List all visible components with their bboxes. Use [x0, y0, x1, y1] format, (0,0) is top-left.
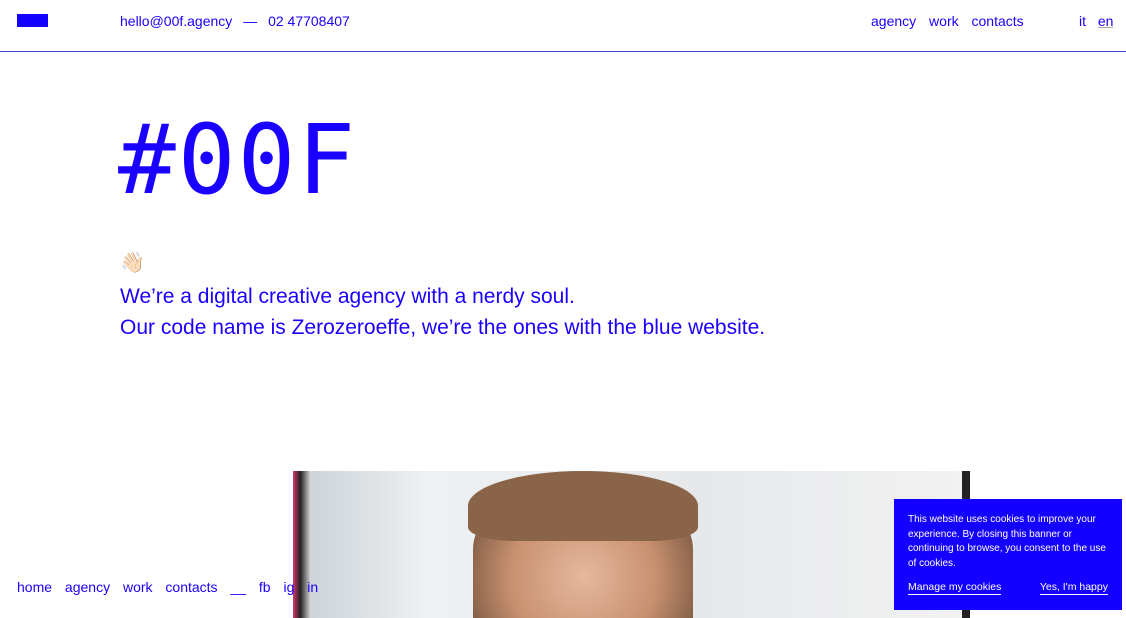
header: hello@00f.agency — 02 47708407 agency wo…: [0, 0, 1126, 52]
footer-home[interactable]: home: [17, 579, 52, 595]
nav-agency[interactable]: agency: [871, 13, 916, 29]
footer-work[interactable]: work: [123, 579, 153, 595]
footer-ig[interactable]: ig: [284, 579, 295, 595]
footer-nav: home agency work contacts __ fb ig in: [17, 579, 327, 595]
lang-en[interactable]: en: [1098, 13, 1114, 29]
main-nav: agency work contacts: [871, 13, 1033, 29]
cookie-banner: This website uses cookies to improve you…: [894, 499, 1122, 610]
cookie-text: This website uses cookies to improve you…: [908, 514, 1106, 569]
footer-fb[interactable]: fb: [259, 579, 271, 595]
contact-info: hello@00f.agency — 02 47708407: [120, 13, 350, 29]
accept-cookies-button[interactable]: Yes, I'm happy: [1039, 581, 1108, 595]
footer-contacts[interactable]: contacts: [165, 579, 217, 595]
separator: —: [243, 13, 258, 29]
email-link[interactable]: hello@00f.agency: [120, 13, 232, 29]
waving-hand-icon: 👋🏻: [120, 252, 145, 274]
intro-text: We’re a digital creative agency with a n…: [120, 281, 765, 343]
intro-line-2: Our code name is Zerozeroeffe, we’re the…: [120, 316, 766, 339]
lang-it[interactable]: it: [1079, 13, 1086, 29]
footer-agency[interactable]: agency: [65, 579, 110, 595]
nav-work[interactable]: work: [929, 13, 959, 29]
logo[interactable]: [17, 14, 48, 27]
language-switcher: it en: [1079, 13, 1121, 29]
nav-contacts[interactable]: contacts: [972, 13, 1024, 29]
hero-image: [293, 471, 970, 618]
intro-line-1: We’re a digital creative agency with a n…: [120, 285, 575, 308]
footer-separator: __: [230, 579, 247, 595]
footer-in[interactable]: in: [307, 579, 318, 595]
manage-cookies-link[interactable]: Manage my cookies: [908, 581, 1002, 595]
phone-link[interactable]: 02 47708407: [268, 13, 350, 29]
hero-title: #00F: [118, 104, 358, 216]
